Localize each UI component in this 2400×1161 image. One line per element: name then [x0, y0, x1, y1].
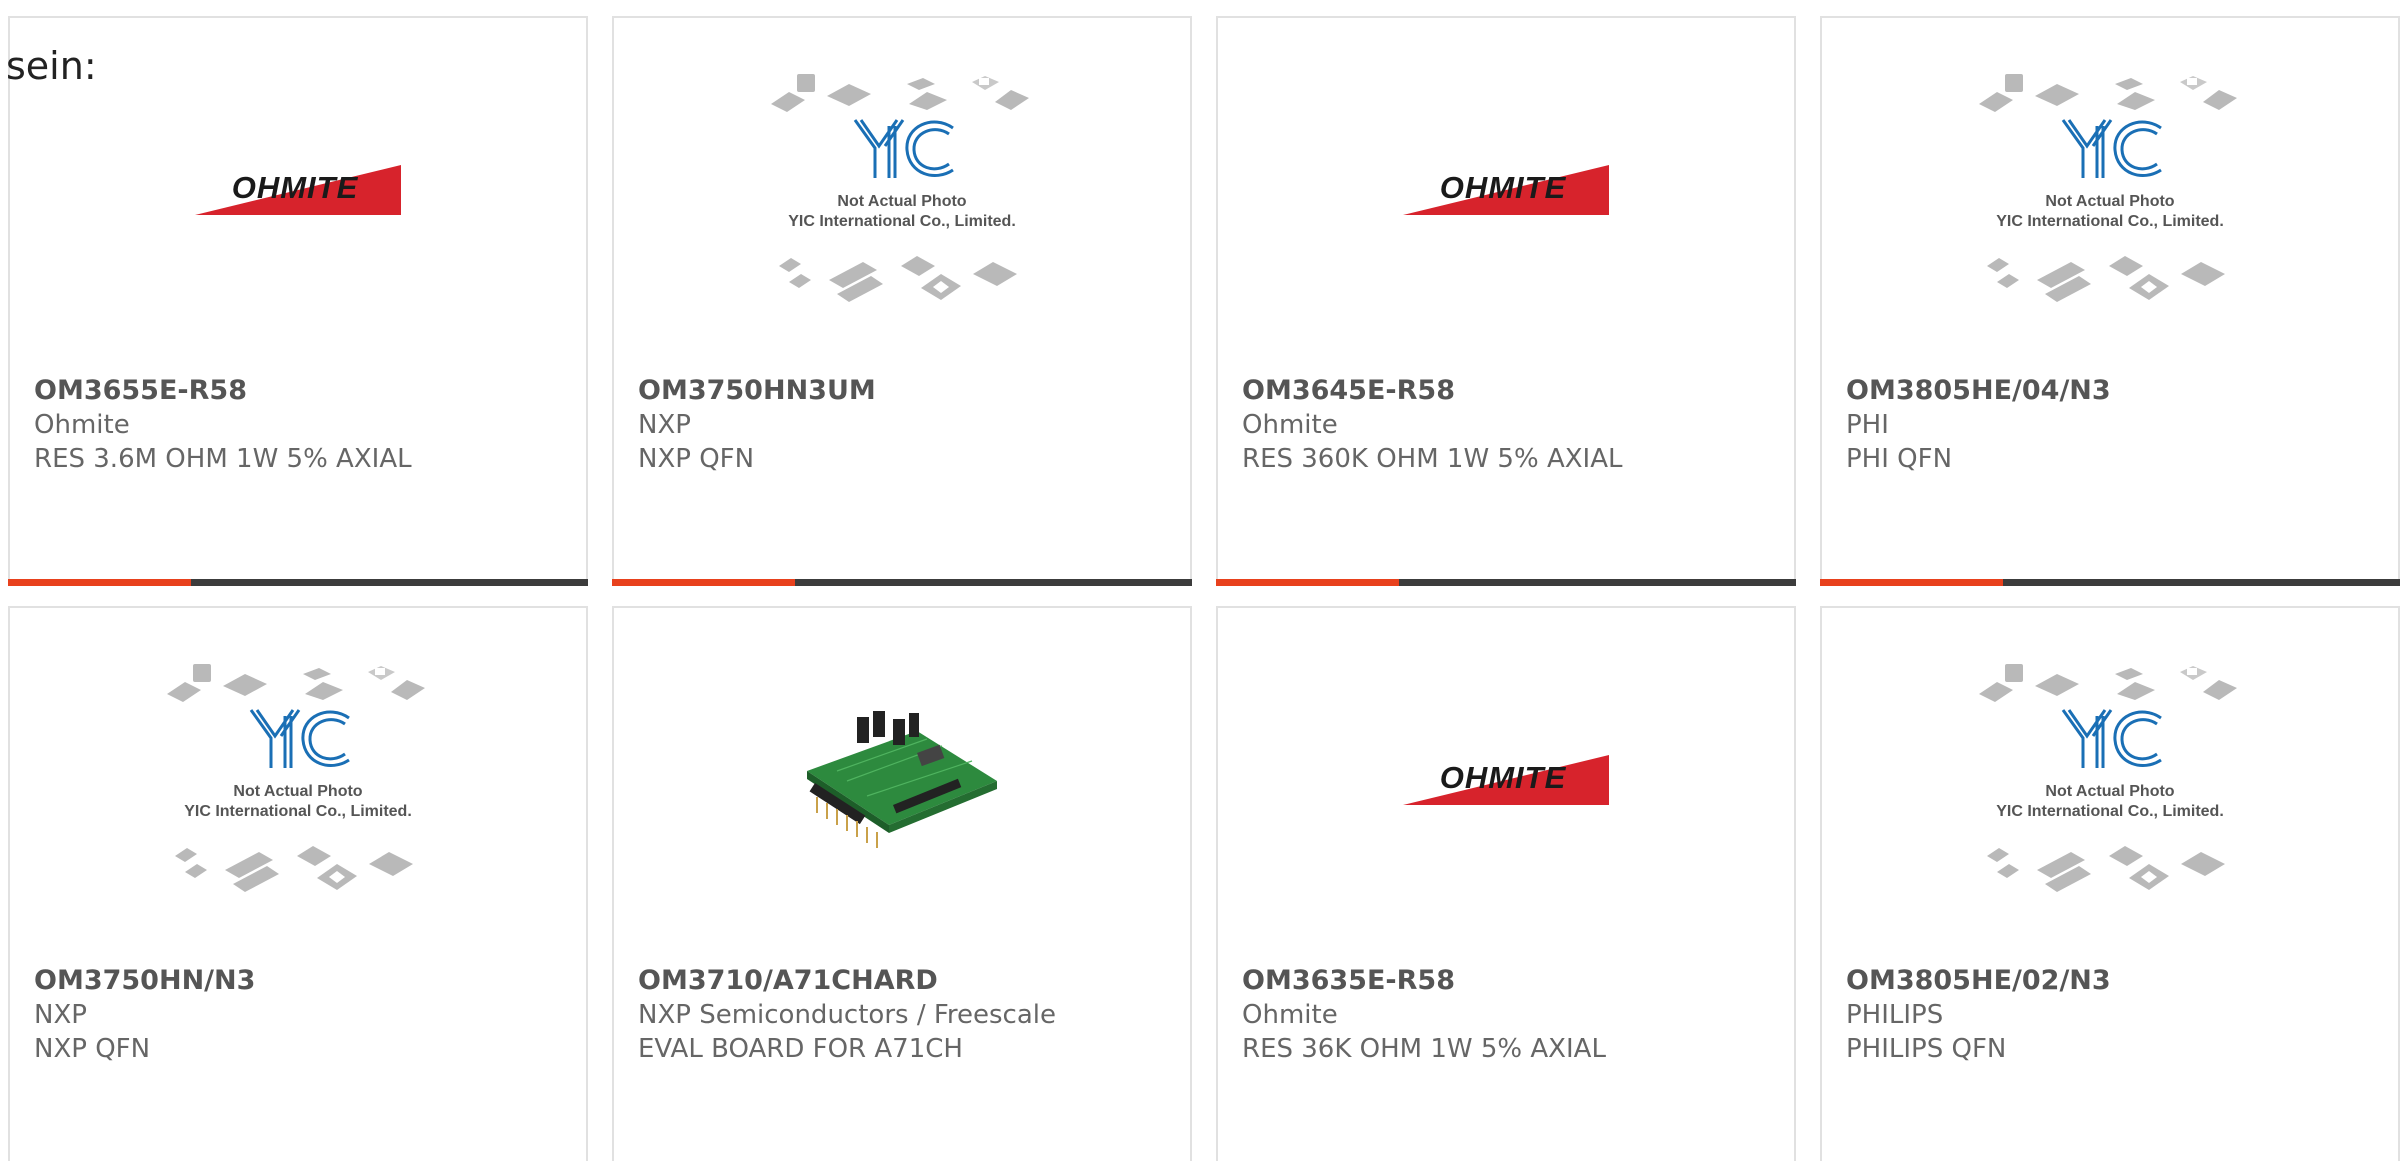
product-info: OM3750HN3UM NXP NXP QFN: [638, 374, 1176, 476]
yic-company-label: YIC International Co., Limited.: [1996, 213, 2224, 230]
manufacturer-label: PHILIPS: [1846, 1000, 1944, 1030]
part-number-link[interactable]: OM3750HN/N3: [34, 964, 572, 998]
manufacturer-label: NXP: [638, 410, 691, 440]
product-card[interactable]: OHMITE OM3645E-R58 Ohmite RES 360K OHM 1W …: [1216, 16, 1796, 586]
description-label: PHI QFN: [1846, 444, 1953, 474]
card-footer-accent: [1820, 579, 2003, 586]
card-footer-bar: [1820, 579, 2400, 586]
part-number-link[interactable]: OM3750HN3UM: [638, 374, 1176, 408]
product-image[interactable]: Not Actual Photo YIC International Co., …: [1822, 18, 2398, 363]
product-card[interactable]: OHMITE OM3635E-R58 Ohmite RES 36K OHM 1W 5…: [1216, 606, 1796, 1161]
product-info: OM3645E-R58 Ohmite RES 360K OHM 1W 5% AXIA…: [1242, 374, 1780, 476]
part-number-link[interactable]: OM3805HE/04/N3: [1846, 374, 2384, 408]
product-card[interactable]: Not Actual Photo YIC International Co., …: [8, 606, 588, 1161]
description-label: RES 36K OHM 1W 5% AXIAL: [1242, 1034, 1606, 1064]
product-image[interactable]: [614, 608, 1190, 953]
product-card[interactable]: Not Actual Photo YIC International Co., …: [612, 16, 1192, 586]
description-label: RES 3.6M OHM 1W 5% AXIAL: [34, 444, 412, 474]
product-info: OM3805HE/02/N3 PHILIPS PHILIPS QFN: [1846, 964, 2384, 1066]
not-actual-photo-label: Not Actual Photo: [837, 193, 966, 210]
intro-text: sein:: [6, 44, 97, 88]
part-number-link[interactable]: OM3805HE/02/N3: [1846, 964, 2384, 998]
product-image[interactable]: Not Actual Photo YIC International Co., …: [10, 608, 586, 953]
description-label: RES 360K OHM 1W 5% AXIAL: [1242, 444, 1623, 474]
not-actual-photo-image: Not Actual Photo YIC International Co., …: [771, 73, 1029, 302]
manufacturer-label: Ohmite: [34, 410, 130, 440]
part-number-link[interactable]: OM3635E-R58: [1242, 964, 1780, 998]
not-actual-photo-image: Not Actual Photo YIC International Co., …: [167, 663, 425, 892]
manufacturer-label: PHI: [1846, 410, 1889, 440]
product-info: OM3655E-R58 Ohmite RES 3.6M OHM 1W 5% AXIA…: [34, 374, 572, 476]
manufacturer-label: NXP: [34, 1000, 87, 1030]
product-image[interactable]: OHMITE: [1218, 18, 1794, 363]
ohmite-logo-text: OHMITE: [1440, 170, 1567, 205]
eval-board-image: [807, 710, 997, 848]
not-actual-photo-image: Not Actual Photo YIC International Co., …: [1979, 663, 2237, 892]
card-footer-accent: [1216, 579, 1399, 586]
card-footer-accent: [8, 579, 191, 586]
description-label: NXP QFN: [638, 444, 755, 474]
description-label: EVAL BOARD FOR A71CH: [638, 1034, 963, 1064]
product-card[interactable]: OM3710/A71CHARD NXP Semiconductors / Free…: [612, 606, 1192, 1161]
ohmite-logo: OHMITE: [1403, 754, 1609, 805]
product-info: OM3750HN/N3 NXP NXP QFN: [34, 964, 572, 1066]
part-number-link[interactable]: OM3710/A71CHARD: [638, 964, 1176, 998]
part-number-link[interactable]: OM3645E-R58: [1242, 374, 1780, 408]
product-card[interactable]: OHMITE OM3655E-R58 Ohmite RES 3.6M OHM 1W …: [8, 16, 588, 586]
product-image[interactable]: Not Actual Photo YIC International Co., …: [1822, 608, 2398, 953]
card-footer-accent: [612, 579, 795, 586]
product-image[interactable]: OHMITE: [1218, 608, 1794, 953]
product-info: OM3710/A71CHARD NXP Semiconductors / Free…: [638, 964, 1176, 1066]
part-number-link[interactable]: OM3655E-R58: [34, 374, 572, 408]
manufacturer-label: NXP Semiconductors / Freescale: [638, 1000, 1057, 1030]
card-footer-bar: [1216, 579, 1796, 586]
card-footer-bar: [612, 579, 1192, 586]
card-footer-bar: [8, 579, 588, 586]
ohmite-logo-text: OHMITE: [1440, 760, 1567, 795]
product-card[interactable]: Not Actual Photo YIC International Co., …: [1820, 16, 2400, 586]
manufacturer-label: Ohmite: [1242, 410, 1338, 440]
ohmite-logo: OHMITE: [195, 164, 401, 215]
ohmite-logo-text: OHMITE: [232, 170, 359, 205]
not-actual-photo-label: Not Actual Photo: [2045, 783, 2174, 800]
product-info: OM3805HE/04/N3 PHI PHI QFN: [1846, 374, 2384, 476]
yic-company-label: YIC International Co., Limited.: [788, 213, 1016, 230]
ohmite-logo: OHMITE: [1403, 164, 1609, 215]
product-info: OM3635E-R58 Ohmite RES 36K OHM 1W 5% AXIAL: [1242, 964, 1780, 1066]
yic-company-label: YIC International Co., Limited.: [1996, 803, 2224, 820]
yic-company-label: YIC International Co., Limited.: [184, 803, 412, 820]
not-actual-photo-label: Not Actual Photo: [233, 783, 362, 800]
manufacturer-label: Ohmite: [1242, 1000, 1338, 1030]
description-label: PHILIPS QFN: [1846, 1034, 2007, 1064]
not-actual-photo-label: Not Actual Photo: [2045, 193, 2174, 210]
not-actual-photo-image: Not Actual Photo YIC International Co., …: [1979, 73, 2237, 302]
product-card[interactable]: Not Actual Photo YIC International Co., …: [1820, 606, 2400, 1161]
product-image[interactable]: Not Actual Photo YIC International Co., …: [614, 18, 1190, 363]
product-grid: sein: OHMITE OM3655E-R58 Ohmite RES 3.6M O…: [0, 0, 2400, 1161]
description-label: NXP QFN: [34, 1034, 151, 1064]
